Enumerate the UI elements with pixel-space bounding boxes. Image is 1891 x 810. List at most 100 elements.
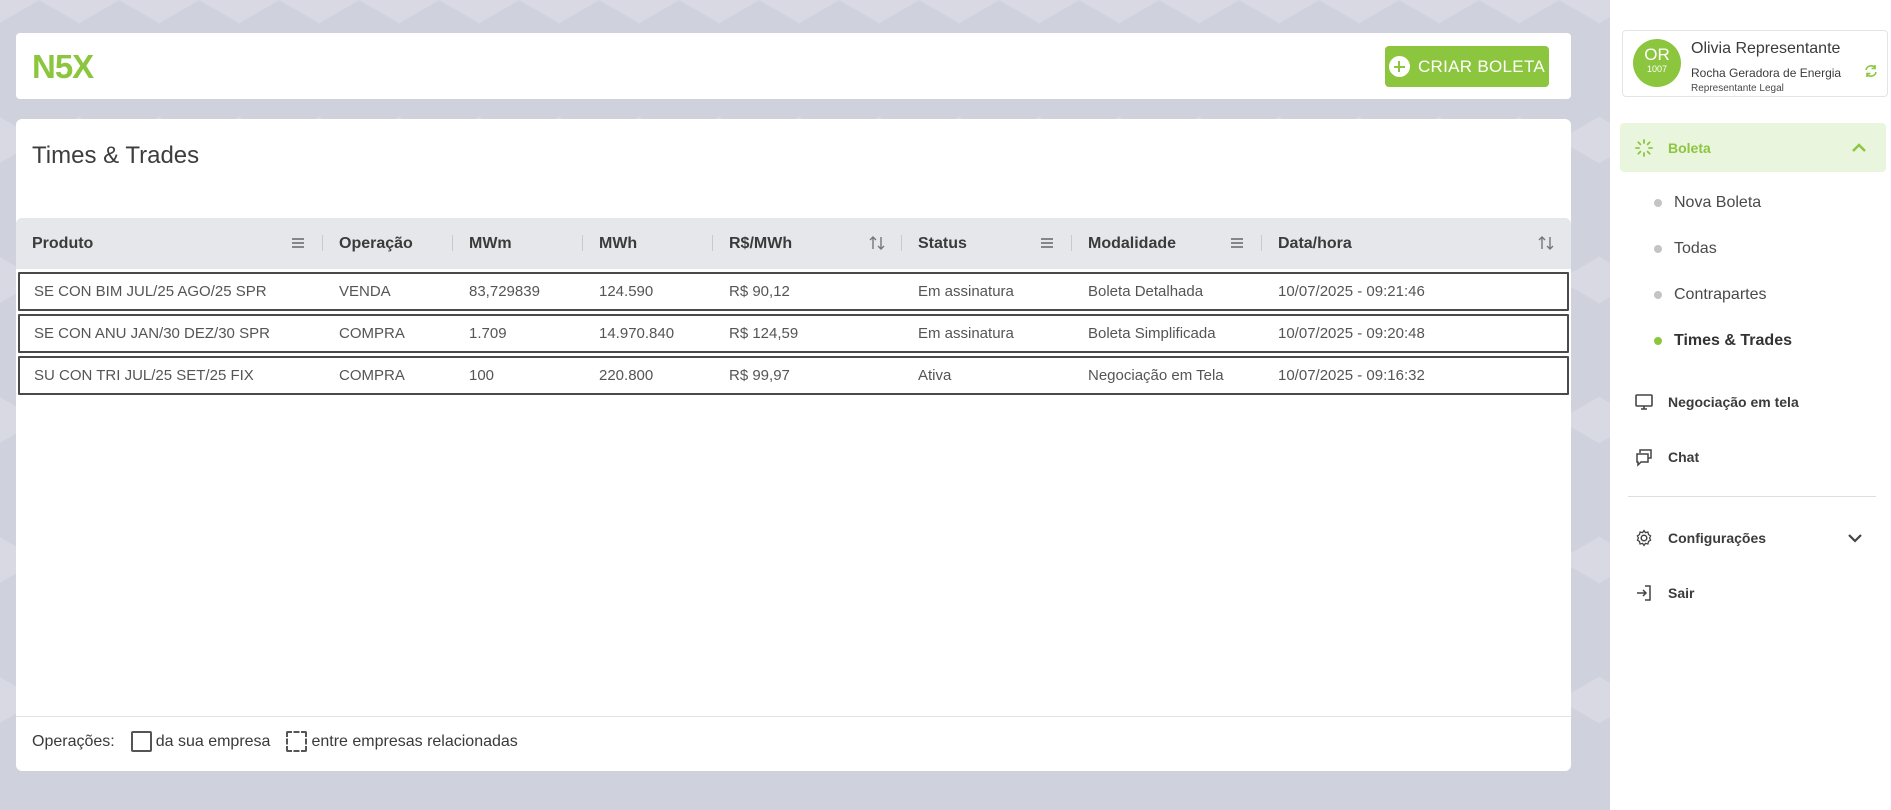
chat-icon: [1636, 449, 1652, 467]
sidebar-item-label: Configurações: [1668, 530, 1767, 546]
plus-circle-icon: [1388, 56, 1410, 77]
user-card[interactable]: OR 1007 Olivia Representante Rocha Gerad…: [1622, 30, 1888, 97]
table-row[interactable]: SU CON TRI JUL/25 SET/25 FIX COMPRA 100 …: [18, 356, 1569, 395]
column-header-operacao[interactable]: Operação: [323, 218, 453, 269]
dashed-box-icon: [286, 731, 308, 752]
trades-table: Produto Operação MWm MWh R$/MWh Status M…: [16, 218, 1571, 717]
user-role: Representante Legal: [1691, 83, 1784, 94]
loader-icon: [1635, 138, 1653, 157]
top-bar: N5X CRIAR BOLETA: [16, 33, 1571, 99]
sidebar-item-label: Boleta: [1668, 139, 1711, 156]
cell-datahora: 10/07/2025 - 09:21:46: [1278, 283, 1425, 300]
column-label: Data/hora: [1278, 234, 1352, 252]
column-label: Operação: [339, 234, 413, 252]
bullet-icon: [1654, 199, 1662, 207]
cell-mwh: 220.800: [599, 367, 654, 384]
cell-operacao: COMPRA: [339, 325, 405, 342]
column-header-produto[interactable]: Produto: [16, 218, 323, 269]
column-header-status[interactable]: Status: [902, 218, 1072, 269]
sidebar-item-negociacao[interactable]: Negociação em tela: [1634, 392, 1799, 412]
column-header-mwh[interactable]: MWh: [583, 218, 713, 269]
column-label: R$/MWh: [729, 234, 793, 252]
sidebar-item-chat[interactable]: Chat: [1634, 447, 1699, 467]
sidebar-subitem-label: Todas: [1674, 240, 1717, 257]
main-area: N5X CRIAR BOLETA Times & Trades Produto …: [0, 0, 1610, 810]
gear-icon: [1636, 529, 1652, 547]
column-label: Produto: [32, 234, 94, 252]
sidebar-item-sair[interactable]: Sair: [1634, 583, 1694, 603]
cell-status: Ativa: [918, 367, 952, 384]
column-header-mwm[interactable]: MWm: [453, 218, 583, 269]
sidebar-item-boleta[interactable]: Boleta: [1620, 123, 1886, 172]
sort-icon[interactable]: [1537, 234, 1555, 252]
menu-icon[interactable]: [1228, 234, 1246, 252]
cell-price: R$ 99,97: [729, 367, 790, 384]
sidebar-subitem-label: Nova Boleta: [1674, 194, 1762, 211]
column-label: Modalidade: [1088, 234, 1177, 252]
menu-icon[interactable]: [289, 234, 307, 252]
column-label: Status: [918, 234, 967, 252]
operations-legend: Operações: da sua empresa entre empresas…: [32, 731, 518, 752]
table-row[interactable]: SE CON ANU JAN/30 DEZ/30 SPR COMPRA 1.70…: [18, 314, 1569, 353]
chevron-up-icon[interactable]: [1850, 139, 1868, 157]
svg-text:N5X: N5X: [32, 49, 94, 83]
sidebar-item-label: Negociação em tela: [1668, 394, 1799, 410]
cell-modalidade: Boleta Simplificada: [1088, 325, 1216, 342]
trades-panel: Times & Trades Produto Operação MWm MWh: [16, 119, 1571, 771]
legend-related-companies: entre empresas relacionadas: [311, 732, 518, 750]
page-title: Times & Trades: [32, 142, 200, 169]
sidebar-item-label: Sair: [1668, 585, 1695, 601]
create-boleta-label: CRIAR BOLETA: [1417, 56, 1546, 76]
user-name: Olivia Representante: [1691, 40, 1841, 57]
sidebar-subitem-todas[interactable]: Todas: [1654, 240, 1717, 258]
column-label: MWh: [599, 234, 638, 252]
sidebar-subitem-label: Times & Trades: [1674, 332, 1792, 349]
logout-icon: [1637, 585, 1651, 601]
cell-mwh: 124.590: [599, 283, 654, 300]
legend-label: Operações:: [32, 732, 115, 750]
bullet-icon: [1654, 291, 1662, 299]
cell-produto: SE CON ANU JAN/30 DEZ/30 SPR: [34, 325, 270, 342]
cell-mwh: 14.970.840: [599, 325, 675, 342]
cell-price: R$ 90,12: [729, 283, 790, 300]
sidebar-divider: [1628, 496, 1876, 497]
sidebar-subitem-times-trades[interactable]: Times & Trades: [1654, 332, 1792, 350]
cell-datahora: 10/07/2025 - 09:20:48: [1278, 325, 1425, 342]
sort-icon[interactable]: [868, 234, 886, 252]
column-header-price[interactable]: R$/MWh: [713, 218, 902, 269]
avatar: OR 1007: [1633, 39, 1681, 87]
switch-company-icon[interactable]: [1863, 63, 1879, 79]
cell-modalidade: Boleta Detalhada: [1088, 283, 1204, 300]
avatar-initials: OR: [1644, 45, 1670, 64]
table-body: SE CON BIM JUL/25 AGO/25 SPR VENDA 83,72…: [16, 269, 1571, 395]
sidebar: OR 1007 Olivia Representante Rocha Gerad…: [1610, 0, 1891, 810]
create-boleta-button[interactable]: CRIAR BOLETA: [1385, 46, 1549, 87]
chevron-down-icon[interactable]: [1846, 529, 1864, 547]
cell-price: R$ 124,59: [729, 325, 799, 342]
cell-datahora: 10/07/2025 - 09:16:32: [1278, 367, 1425, 384]
user-company: Rocha Geradora de Energia: [1691, 66, 1842, 80]
sidebar-subitem-label: Contrapartes: [1674, 286, 1767, 303]
monitor-icon: [1635, 394, 1653, 410]
cell-produto: SE CON BIM JUL/25 AGO/25 SPR: [34, 283, 267, 300]
sidebar-subitem-nova-boleta[interactable]: Nova Boleta: [1654, 194, 1761, 212]
menu-icon[interactable]: [1038, 234, 1056, 252]
bullet-icon: [1654, 337, 1662, 345]
avatar-code: 1007: [1646, 64, 1668, 74]
cell-mwm: 100: [469, 367, 495, 384]
sidebar-subitem-contrapartes[interactable]: Contrapartes: [1654, 286, 1767, 304]
cell-mwm: 1.709: [469, 325, 507, 342]
column-label: MWm: [469, 234, 512, 252]
cell-status: Em assinatura: [918, 283, 1014, 300]
column-header-datahora[interactable]: Data/hora: [1262, 218, 1571, 269]
solid-box-icon: [130, 731, 152, 752]
cell-modalidade: Negociação em Tela: [1088, 367, 1224, 384]
cell-produto: SU CON TRI JUL/25 SET/25 FIX: [34, 367, 254, 384]
sidebar-item-label: Chat: [1668, 449, 1700, 465]
bullet-icon: [1654, 245, 1662, 253]
column-header-modalidade[interactable]: Modalidade: [1072, 218, 1262, 269]
cell-status: Em assinatura: [918, 325, 1014, 342]
n5x-logo[interactable]: N5X: [32, 49, 112, 83]
table-row[interactable]: SE CON BIM JUL/25 AGO/25 SPR VENDA 83,72…: [18, 272, 1569, 311]
sidebar-item-configuracoes[interactable]: Configurações: [1634, 528, 1874, 548]
